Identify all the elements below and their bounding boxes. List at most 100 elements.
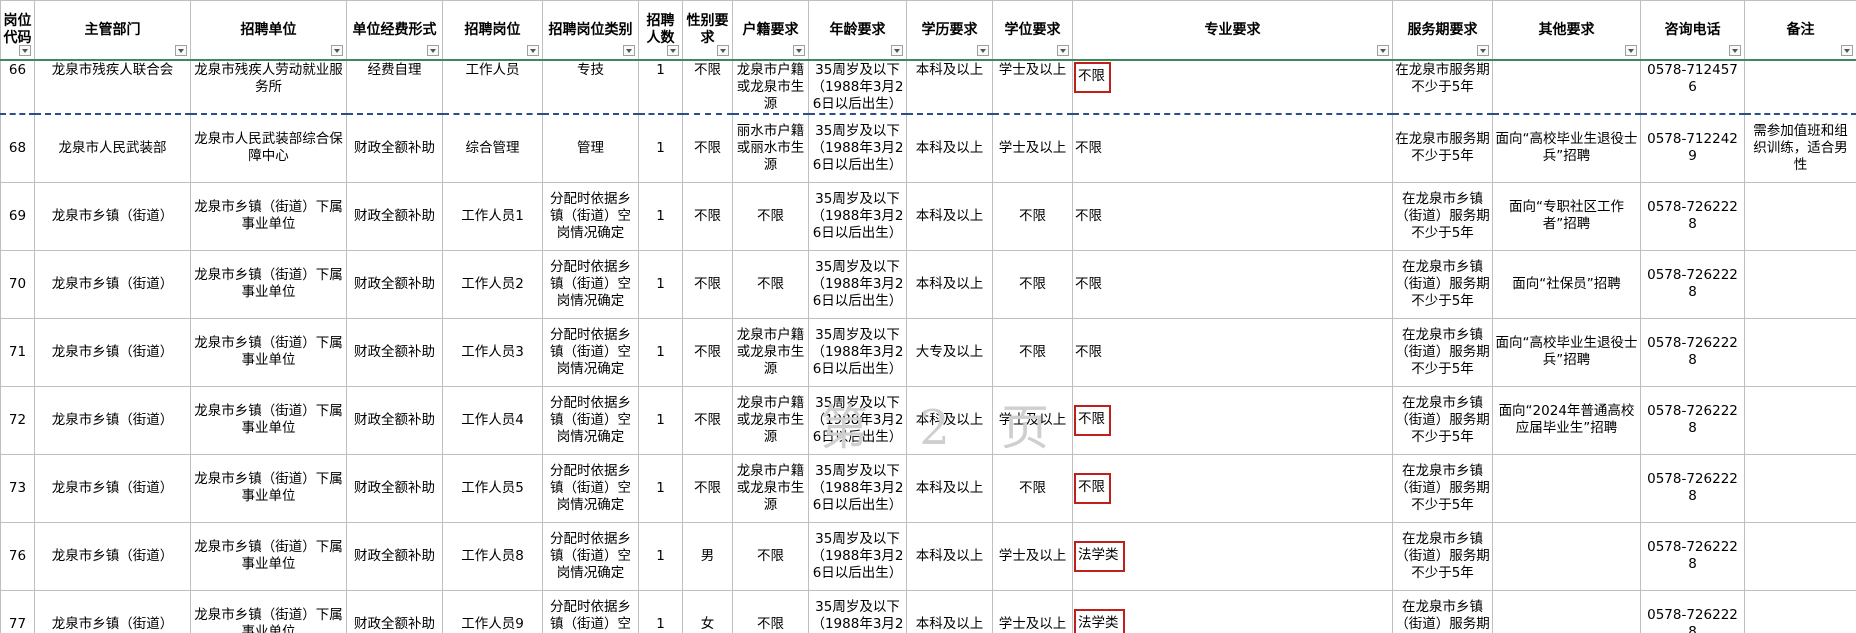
cell-category[interactable]: 专技 [542, 59, 639, 115]
cell-unit[interactable]: 龙泉市乡镇（街道）下属事业单位 [190, 589, 347, 633]
cell-code[interactable]: 70 [0, 249, 35, 319]
filter-dropdown-icon[interactable] [1841, 45, 1853, 56]
cell-remark[interactable] [1744, 521, 1856, 591]
cell-unit[interactable]: 龙泉市乡镇（街道）下属事业单位 [190, 521, 347, 591]
cell-huji[interactable]: 龙泉市户籍或龙泉市生源 [732, 59, 809, 115]
cell-position[interactable]: 工作人员1 [442, 181, 543, 251]
cell-other[interactable] [1492, 453, 1641, 523]
cell-gender[interactable]: 不限 [682, 113, 733, 183]
cell-huji[interactable]: 龙泉市户籍或龙泉市生源 [732, 317, 809, 387]
cell-other[interactable]: 面向“高校毕业生退役士兵”招聘 [1492, 317, 1641, 387]
cell-huji[interactable]: 不限 [732, 521, 809, 591]
cell-huji[interactable]: 龙泉市户籍或龙泉市生源 [732, 385, 809, 455]
cell-category[interactable]: 分配时依据乡镇（街道）空岗情况确定 [542, 453, 639, 523]
cell-category[interactable]: 分配时依据乡镇（街道）空岗情况确定 [542, 589, 639, 633]
cell-count[interactable]: 1 [638, 317, 683, 387]
filter-dropdown-icon[interactable] [977, 45, 989, 56]
filter-dropdown-icon[interactable] [427, 45, 439, 56]
cell-remark[interactable] [1744, 453, 1856, 523]
cell-dept[interactable]: 龙泉市乡镇（街道） [34, 385, 191, 455]
cell-major[interactable]: 不限 [1072, 59, 1393, 115]
cell-funding[interactable]: 财政全额补助 [346, 113, 443, 183]
cell-funding[interactable]: 财政全额补助 [346, 385, 443, 455]
cell-unit[interactable]: 龙泉市乡镇（街道）下属事业单位 [190, 181, 347, 251]
cell-dept[interactable]: 龙泉市人民武装部 [34, 113, 191, 183]
cell-phone[interactable]: 0578-7124576 [1640, 59, 1745, 115]
cell-funding[interactable]: 经费自理 [346, 59, 443, 115]
filter-dropdown-icon[interactable] [891, 45, 903, 56]
cell-funding[interactable]: 财政全额补助 [346, 589, 443, 633]
cell-position[interactable]: 工作人员 [442, 59, 543, 115]
cell-phone[interactable]: 0578-7262228 [1640, 385, 1745, 455]
cell-edu[interactable]: 本科及以上 [906, 453, 993, 523]
cell-unit[interactable]: 龙泉市人民武装部综合保障中心 [190, 113, 347, 183]
cell-count[interactable]: 1 [638, 249, 683, 319]
cell-age[interactable]: 35周岁及以下（1988年3月26日以后出生） [808, 59, 907, 115]
cell-category[interactable]: 分配时依据乡镇（街道）空岗情况确定 [542, 385, 639, 455]
cell-code[interactable]: 72 [0, 385, 35, 455]
cell-dept[interactable]: 龙泉市乡镇（街道） [34, 521, 191, 591]
cell-code[interactable]: 76 [0, 521, 35, 591]
cell-unit[interactable]: 龙泉市乡镇（街道）下属事业单位 [190, 249, 347, 319]
filter-dropdown-icon[interactable] [623, 45, 635, 56]
filter-dropdown-icon[interactable] [1625, 45, 1637, 56]
cell-category[interactable]: 分配时依据乡镇（街道）空岗情况确定 [542, 521, 639, 591]
cell-other[interactable] [1492, 59, 1641, 115]
cell-unit[interactable]: 龙泉市残疾人劳动就业服务所 [190, 59, 347, 115]
cell-category[interactable]: 分配时依据乡镇（街道）空岗情况确定 [542, 249, 639, 319]
cell-phone[interactable]: 0578-7262228 [1640, 453, 1745, 523]
cell-position[interactable]: 工作人员2 [442, 249, 543, 319]
filter-dropdown-icon[interactable] [667, 45, 679, 56]
cell-funding[interactable]: 财政全额补助 [346, 521, 443, 591]
filter-dropdown-icon[interactable] [1477, 45, 1489, 56]
cell-huji[interactable]: 丽水市户籍或丽水市生源 [732, 113, 809, 183]
filter-dropdown-icon[interactable] [1729, 45, 1741, 56]
cell-gender[interactable]: 不限 [682, 249, 733, 319]
cell-code[interactable]: 68 [0, 113, 35, 183]
cell-degree[interactable]: 不限 [992, 181, 1073, 251]
cell-count[interactable]: 1 [638, 181, 683, 251]
filter-dropdown-icon[interactable] [1377, 45, 1389, 56]
cell-degree[interactable]: 学士及以上 [992, 521, 1073, 591]
cell-position[interactable]: 工作人员3 [442, 317, 543, 387]
cell-gender[interactable]: 不限 [682, 317, 733, 387]
cell-edu[interactable]: 本科及以上 [906, 113, 993, 183]
cell-major[interactable]: 不限 [1072, 113, 1393, 183]
cell-dept[interactable]: 龙泉市残疾人联合会 [34, 59, 191, 115]
cell-gender[interactable]: 不限 [682, 181, 733, 251]
cell-code[interactable]: 73 [0, 453, 35, 523]
cell-gender[interactable]: 不限 [682, 385, 733, 455]
cell-phone[interactable]: 0578-7122429 [1640, 113, 1745, 183]
cell-unit[interactable]: 龙泉市乡镇（街道）下属事业单位 [190, 453, 347, 523]
cell-huji[interactable]: 龙泉市户籍或龙泉市生源 [732, 453, 809, 523]
cell-major[interactable]: 不限 [1072, 317, 1393, 387]
cell-age[interactable]: 35周岁及以下（1988年3月26日以后出生） [808, 317, 907, 387]
cell-funding[interactable]: 财政全额补助 [346, 181, 443, 251]
cell-count[interactable]: 1 [638, 521, 683, 591]
cell-major[interactable]: 不限 [1072, 453, 1393, 523]
filter-dropdown-icon[interactable] [717, 45, 729, 56]
cell-service[interactable]: 在龙泉市乡镇（街道）服务期不少于5年 [1392, 317, 1493, 387]
cell-code[interactable]: 71 [0, 317, 35, 387]
cell-count[interactable]: 1 [638, 589, 683, 633]
cell-major[interactable]: 不限 [1072, 249, 1393, 319]
cell-count[interactable]: 1 [638, 59, 683, 115]
cell-huji[interactable]: 不限 [732, 249, 809, 319]
cell-degree[interactable]: 学士及以上 [992, 589, 1073, 633]
cell-gender[interactable]: 不限 [682, 59, 733, 115]
filter-dropdown-icon[interactable] [19, 45, 31, 56]
cell-position[interactable]: 工作人员5 [442, 453, 543, 523]
cell-remark[interactable] [1744, 59, 1856, 115]
cell-gender[interactable]: 不限 [682, 453, 733, 523]
cell-dept[interactable]: 龙泉市乡镇（街道） [34, 181, 191, 251]
cell-service[interactable]: 在龙泉市服务期不少于5年 [1392, 59, 1493, 115]
cell-service[interactable]: 在龙泉市乡镇（街道）服务期不少于5年 [1392, 521, 1493, 591]
cell-huji[interactable]: 不限 [732, 181, 809, 251]
cell-age[interactable]: 35周岁及以下（1988年3月26日以后出生） [808, 113, 907, 183]
cell-dept[interactable]: 龙泉市乡镇（街道） [34, 453, 191, 523]
cell-remark[interactable] [1744, 317, 1856, 387]
cell-category[interactable]: 分配时依据乡镇（街道）空岗情况确定 [542, 317, 639, 387]
cell-age[interactable]: 35周岁及以下（1988年3月26日以后出生） [808, 181, 907, 251]
cell-age[interactable]: 35周岁及以下（1988年3月26日以后出生） [808, 249, 907, 319]
cell-service[interactable]: 在龙泉市乡镇（街道）服务期不少于5年 [1392, 385, 1493, 455]
